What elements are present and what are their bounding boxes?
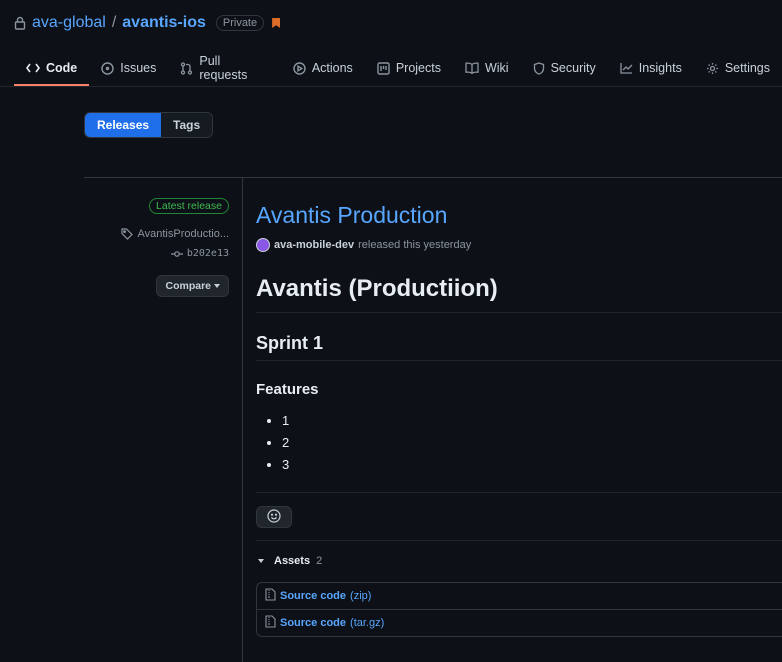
tab-code[interactable]: Code — [14, 50, 90, 86]
release-heading-2: Sprint 1 — [256, 333, 324, 353]
list-item: 1 — [282, 410, 289, 432]
repo-header: ava-global / avantis-ios Private — [14, 12, 281, 34]
releases-button[interactable]: Releases — [85, 113, 162, 137]
repo-name-link[interactable]: avantis-ios — [122, 14, 206, 32]
asset-name: Source code — [280, 590, 347, 602]
graph-icon — [620, 62, 633, 74]
asset-row-tar-gz[interactable]: Source code (tar.gz) — [257, 609, 782, 636]
book-icon — [465, 62, 479, 74]
tab-label: Issues — [120, 61, 157, 75]
asset-row-zip[interactable]: Source code (zip) — [257, 583, 782, 609]
tab-pull-requests[interactable]: Pull requests — [168, 50, 280, 86]
file-zip-icon — [265, 588, 276, 604]
project-icon — [377, 61, 390, 75]
smiley-icon — [267, 508, 281, 526]
author-link[interactable]: ava-mobile-dev — [274, 239, 354, 251]
release-sidebar-divider — [242, 178, 243, 662]
shield-icon — [533, 61, 545, 75]
repo-nav-tabs: Code Issues Pull requests Actions Projec… — [14, 50, 782, 86]
release-time: released this yesterday — [358, 239, 472, 251]
tag-name: AvantisProductio... — [137, 228, 229, 240]
latest-release-badge: Latest release — [149, 198, 229, 214]
tags-button[interactable]: Tags — [161, 113, 213, 137]
asset-ext: (zip) — [350, 590, 372, 602]
list-item: 3 — [282, 454, 289, 476]
tab-projects[interactable]: Projects — [365, 50, 453, 86]
assets-toggle[interactable]: Assets 2 — [258, 555, 322, 567]
tab-security[interactable]: Security — [521, 50, 608, 86]
play-icon — [293, 61, 306, 75]
tag-icon — [121, 228, 134, 240]
release-list-divider — [84, 177, 782, 178]
code-icon — [26, 62, 40, 74]
divider — [256, 540, 782, 541]
tab-label: Wiki — [484, 61, 509, 75]
assets-count: 2 — [316, 555, 323, 567]
tab-label: Security — [550, 61, 596, 75]
visibility-badge: Private — [215, 15, 265, 31]
release-heading-3: Features — [256, 381, 319, 398]
bookmark-icon — [272, 18, 281, 28]
file-zip-icon — [265, 615, 276, 631]
avatar[interactable] — [256, 238, 270, 252]
compare-button[interactable]: Compare — [156, 275, 229, 297]
tab-label: Projects — [395, 61, 441, 75]
tabs-divider — [0, 86, 782, 87]
issue-icon — [101, 61, 114, 75]
release-commit[interactable]: b202e13 — [170, 248, 229, 259]
tab-label: Code — [46, 61, 78, 75]
asset-ext: (tar.gz) — [350, 617, 385, 629]
tab-insights[interactable]: Insights — [608, 50, 694, 86]
features-list: 1 2 3 — [256, 410, 289, 476]
release-byline: ava-mobile-dev released this yesterday — [256, 238, 471, 252]
tab-wiki[interactable]: Wiki — [453, 50, 521, 86]
repo-separator: / — [111, 14, 117, 31]
compare-label: Compare — [165, 280, 211, 292]
triangle-down-icon — [258, 559, 264, 563]
commit-icon — [170, 250, 183, 258]
repo-owner-link[interactable]: ava-global — [32, 14, 106, 32]
gear-icon — [706, 62, 719, 75]
release-title-link[interactable]: Avantis Production — [256, 202, 447, 229]
list-item: 2 — [282, 432, 289, 454]
tab-issues[interactable]: Issues — [89, 50, 168, 86]
divider — [256, 360, 782, 361]
pull-request-icon — [180, 61, 193, 75]
releases-tags-toggle: Releases Tags — [84, 112, 214, 138]
tab-label: Actions — [311, 61, 353, 75]
tab-actions[interactable]: Actions — [281, 50, 365, 86]
divider — [256, 492, 782, 493]
release-tag[interactable]: AvantisProductio... — [121, 228, 229, 240]
divider — [256, 312, 782, 313]
tab-label: Insights — [638, 61, 682, 75]
assets-list: Source code (zip) Source code (tar.gz) — [256, 582, 782, 637]
tab-settings[interactable]: Settings — [694, 50, 782, 86]
lock-icon — [14, 16, 26, 30]
tab-label: Settings — [724, 61, 770, 75]
commit-sha: b202e13 — [186, 248, 229, 259]
chevron-down-icon — [214, 284, 220, 289]
release-heading-1: Avantis (Productiion) — [256, 275, 498, 302]
tab-label: Pull requests — [199, 54, 248, 82]
add-reaction-button[interactable] — [256, 506, 292, 528]
assets-label: Assets — [274, 555, 311, 567]
asset-name: Source code — [280, 617, 347, 629]
